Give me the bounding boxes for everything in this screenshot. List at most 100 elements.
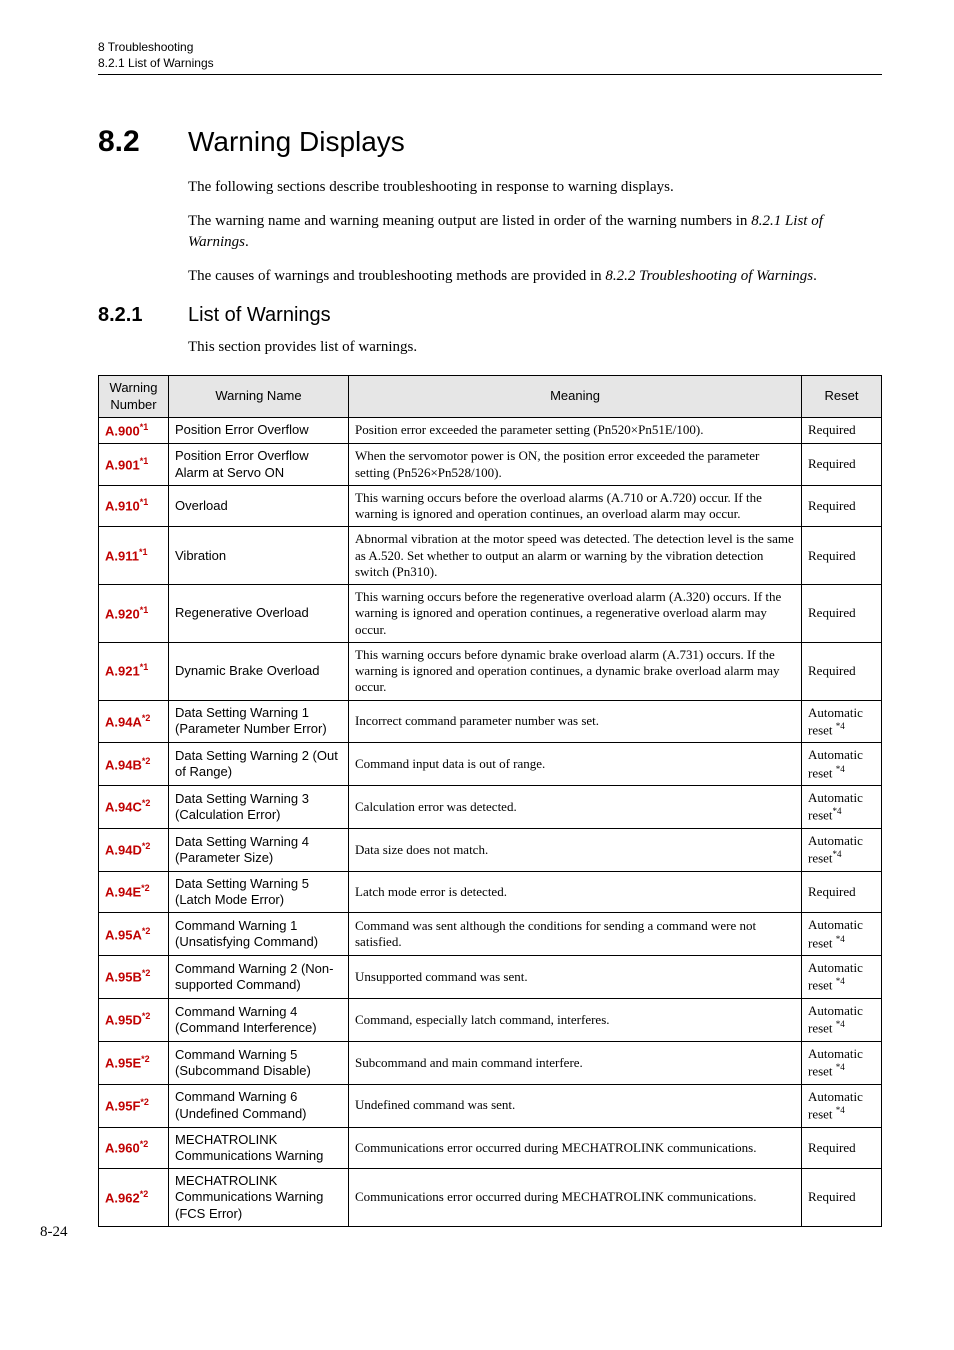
table-row: A.960*2MECHATROLINK Communications Warni… — [99, 1127, 882, 1169]
warning-name-cell: Command Warning 4 (Command Interference) — [169, 999, 349, 1042]
warning-reset-cell: Automatic reset *4 — [802, 913, 882, 956]
page: 8 Troubleshooting 8.2.1 List of Warnings… — [0, 0, 954, 1257]
warning-number-cell: A.960*2 — [99, 1127, 169, 1169]
table-row: A.94B*2Data Setting Warning 2 (Out of Ra… — [99, 743, 882, 786]
intro-paragraph-2: The warning name and warning meaning out… — [188, 211, 882, 252]
warning-meaning-cell: Communications error occurred during MEC… — [349, 1169, 802, 1227]
warning-meaning-cell: Command, especially latch command, inter… — [349, 999, 802, 1042]
warning-reset-cell: Automatic reset *4 — [802, 956, 882, 999]
warning-reset-cell: Required — [802, 417, 882, 444]
warning-name-cell: MECHATROLINK Communications Warning (FCS… — [169, 1169, 349, 1227]
subsection-intro: This section provides list of warnings. — [188, 337, 882, 357]
warning-reset-cell: Automatic reset *4 — [802, 700, 882, 743]
warning-reset-cell: Required — [802, 444, 882, 486]
warning-number-cell: A.95F*2 — [99, 1084, 169, 1127]
subsection-number: 8.2.1 — [98, 304, 188, 327]
table-row: A.920*1Regenerative OverloadThis warning… — [99, 585, 882, 643]
table-row: A.94A*2Data Setting Warning 1 (Parameter… — [99, 700, 882, 743]
col-header-reset: Reset — [802, 376, 882, 418]
warning-name-cell: Vibration — [169, 527, 349, 585]
warning-name-cell: Overload — [169, 485, 349, 527]
warning-meaning-cell: This warning occurs before the regenerat… — [349, 585, 802, 643]
intro-p2-text-b: . — [245, 234, 249, 250]
warning-reset-cell: Required — [802, 871, 882, 913]
running-head-chapter: 8 Troubleshooting — [98, 40, 882, 54]
subsection-heading: 8.2.1 List of Warnings — [98, 304, 882, 327]
warning-meaning-cell: Subcommand and main command interfere. — [349, 1041, 802, 1084]
warning-name-cell: Data Setting Warning 2 (Out of Range) — [169, 743, 349, 786]
intro-p3-text-b: . — [813, 268, 817, 284]
warning-number-cell: A.962*2 — [99, 1169, 169, 1227]
section-heading: 8.2 Warning Displays — [98, 125, 882, 159]
table-row: A.94E*2Data Setting Warning 5 (Latch Mod… — [99, 871, 882, 913]
col-header-name: Warning Name — [169, 376, 349, 418]
warning-name-cell: Position Error Overflow Alarm at Servo O… — [169, 444, 349, 486]
warning-number-cell: A.910*1 — [99, 485, 169, 527]
warning-reset-cell: Required — [802, 527, 882, 585]
warning-meaning-cell: Incorrect command parameter number was s… — [349, 700, 802, 743]
table-row: A.910*1OverloadThis warning occurs befor… — [99, 485, 882, 527]
warning-meaning-cell: When the servomotor power is ON, the pos… — [349, 444, 802, 486]
table-row: A.95A*2Command Warning 1 (Unsatisfying C… — [99, 913, 882, 956]
warning-name-cell: Dynamic Brake Overload — [169, 642, 349, 700]
warning-number-cell: A.94C*2 — [99, 786, 169, 829]
table-row: A.962*2MECHATROLINK Communications Warni… — [99, 1169, 882, 1227]
warning-meaning-cell: Undefined command was sent. — [349, 1084, 802, 1127]
warning-reset-cell: Automatic reset*4 — [802, 786, 882, 829]
table-row: A.900*1Position Error OverflowPosition e… — [99, 417, 882, 444]
warning-reset-cell: Required — [802, 642, 882, 700]
warning-reset-cell: Automatic reset *4 — [802, 1084, 882, 1127]
warning-reset-cell: Required — [802, 485, 882, 527]
warning-reset-cell: Automatic reset *4 — [802, 999, 882, 1042]
warnings-table: Warning Number Warning Name Meaning Rese… — [98, 375, 882, 1227]
warning-name-cell: Command Warning 6 (Undefined Command) — [169, 1084, 349, 1127]
warning-name-cell: MECHATROLINK Communications Warning — [169, 1127, 349, 1169]
subsection-title: List of Warnings — [188, 304, 331, 327]
table-header-row: Warning Number Warning Name Meaning Rese… — [99, 376, 882, 418]
warning-reset-cell: Automatic reset *4 — [802, 743, 882, 786]
table-row: A.911*1VibrationAbnormal vibration at th… — [99, 527, 882, 585]
section-title: Warning Displays — [188, 126, 405, 158]
warning-meaning-cell: Unsupported command was sent. — [349, 956, 802, 999]
warning-reset-cell: Required — [802, 585, 882, 643]
intro-paragraph-3: The causes of warnings and troubleshooti… — [188, 266, 882, 286]
warning-meaning-cell: Communications error occurred during MEC… — [349, 1127, 802, 1169]
warning-name-cell: Command Warning 2 (Non-supported Command… — [169, 956, 349, 999]
table-row: A.94C*2Data Setting Warning 3 (Calculati… — [99, 786, 882, 829]
warning-meaning-cell: Abnormal vibration at the motor speed wa… — [349, 527, 802, 585]
warning-number-cell: A.95B*2 — [99, 956, 169, 999]
warning-meaning-cell: Position error exceeded the parameter se… — [349, 417, 802, 444]
warning-number-cell: A.94A*2 — [99, 700, 169, 743]
warning-number-cell: A.95A*2 — [99, 913, 169, 956]
warning-number-cell: A.95E*2 — [99, 1041, 169, 1084]
intro-p2-text-a: The warning name and warning meaning out… — [188, 213, 751, 229]
table-row: A.95E*2Command Warning 5 (Subcommand Dis… — [99, 1041, 882, 1084]
warning-number-cell: A.920*1 — [99, 585, 169, 643]
warning-reset-cell: Required — [802, 1169, 882, 1227]
warning-meaning-cell: Calculation error was detected. — [349, 786, 802, 829]
warning-number-cell: A.911*1 — [99, 527, 169, 585]
warning-reset-cell: Automatic reset *4 — [802, 1041, 882, 1084]
section-number: 8.2 — [98, 125, 188, 159]
warning-meaning-cell: Data size does not match. — [349, 829, 802, 872]
warning-name-cell: Command Warning 5 (Subcommand Disable) — [169, 1041, 349, 1084]
table-row: A.95F*2Command Warning 6 (Undefined Comm… — [99, 1084, 882, 1127]
warning-number-cell: A.94D*2 — [99, 829, 169, 872]
intro-paragraph-1: The following sections describe troubles… — [188, 177, 882, 197]
warning-reset-cell: Automatic reset*4 — [802, 829, 882, 872]
warning-meaning-cell: Latch mode error is detected. — [349, 871, 802, 913]
warning-meaning-cell: Command input data is out of range. — [349, 743, 802, 786]
page-number: 8-24 — [40, 1224, 68, 1241]
running-head-section: 8.2.1 List of Warnings — [98, 56, 882, 75]
warning-name-cell: Position Error Overflow — [169, 417, 349, 444]
col-header-meaning: Meaning — [349, 376, 802, 418]
warning-name-cell: Regenerative Overload — [169, 585, 349, 643]
warning-meaning-cell: This warning occurs before dynamic brake… — [349, 642, 802, 700]
intro-p3-text-a: The causes of warnings and troubleshooti… — [188, 268, 605, 284]
warning-name-cell: Command Warning 1 (Unsatisfying Command) — [169, 913, 349, 956]
warning-number-cell: A.95D*2 — [99, 999, 169, 1042]
table-row: A.95D*2Command Warning 4 (Command Interf… — [99, 999, 882, 1042]
warning-name-cell: Data Setting Warning 5 (Latch Mode Error… — [169, 871, 349, 913]
table-row: A.95B*2Command Warning 2 (Non-supported … — [99, 956, 882, 999]
table-row: A.921*1Dynamic Brake OverloadThis warnin… — [99, 642, 882, 700]
